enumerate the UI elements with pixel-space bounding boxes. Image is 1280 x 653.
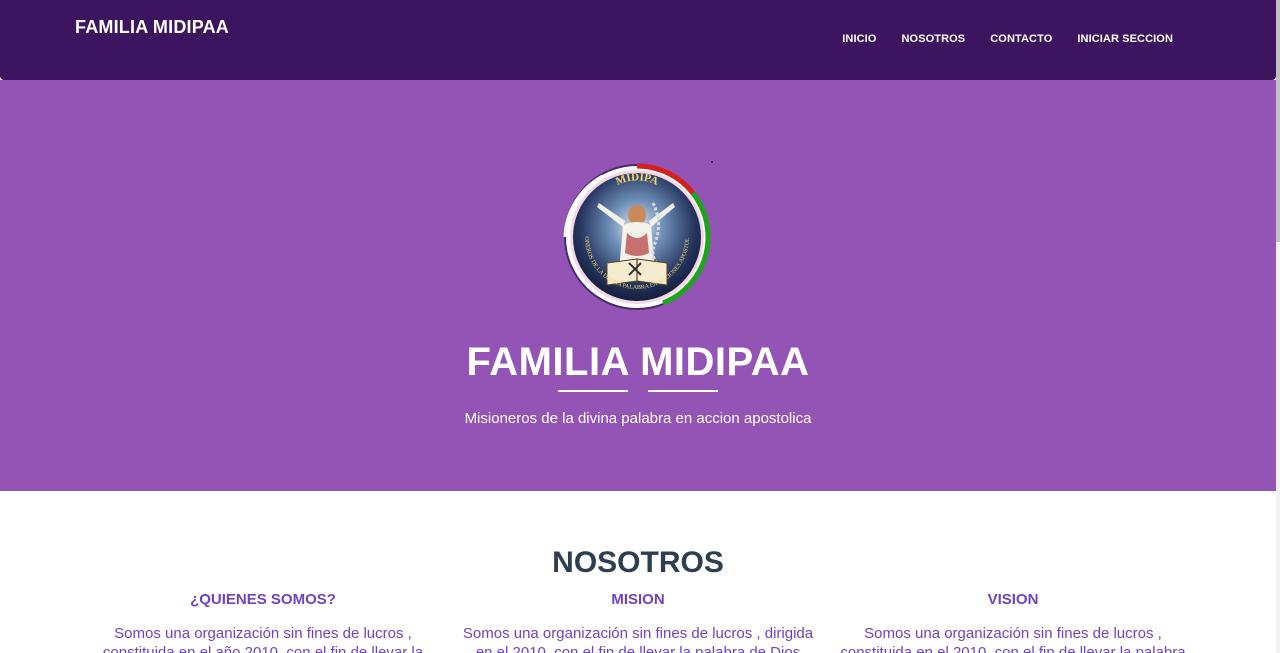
nav-link-iniciar-seccion[interactable]: INICIAR SECCION: [1077, 33, 1173, 45]
nav-links: INICIO NOSOTROS CONTACTO INICIAR SECCION: [817, 33, 1173, 45]
column-text: Somos una organización sin fines de lucr…: [462, 625, 814, 653]
hero-title: FAMILIA MIDIPAA: [466, 340, 810, 384]
hero-speck: [711, 161, 713, 163]
column-heading: ¿QUIENES SOMOS?: [190, 591, 336, 608]
column-text: Somos una organización sin fines de lucr…: [102, 625, 424, 653]
column-quienes-somos: ¿QUIENES SOMOS? Somos una organización s…: [83, 591, 443, 653]
nav-link-contacto[interactable]: CONTACTO: [990, 33, 1052, 45]
section-title-nosotros: NOSOTROS: [552, 546, 724, 579]
nav-link-nosotros[interactable]: NOSOTROS: [902, 33, 966, 45]
hero-section: MIDIPA MISIONEROS DE LA DIVINA PALABRA E…: [0, 80, 1276, 491]
hero-divider-left: [558, 390, 628, 392]
page-scrollbar[interactable]: [1276, 0, 1280, 653]
column-heading: MISION: [611, 591, 665, 608]
brand-link[interactable]: FAMILIA MIDIPAA: [75, 17, 229, 38]
nav-link-inicio[interactable]: INICIO: [842, 33, 876, 45]
top-navbar: FAMILIA MIDIPAA INICIO NOSOTROS CONTACTO…: [0, 0, 1276, 80]
column-mision: MISION Somos una organización sin fines …: [458, 591, 818, 653]
hero-subtitle: Misioneros de la divina palabra en accio…: [464, 410, 812, 427]
column-text: Somos una organización sin fines de lucr…: [840, 625, 1186, 653]
column-vision: VISION Somos una organización sin fines …: [833, 591, 1193, 653]
hero-divider-right: [648, 390, 718, 392]
scrollbar-thumb[interactable]: [1276, 0, 1280, 242]
column-heading: VISION: [987, 591, 1039, 608]
midipaa-logo: MIDIPA MISIONEROS DE LA DIVINA PALABRA E…: [563, 163, 711, 310]
